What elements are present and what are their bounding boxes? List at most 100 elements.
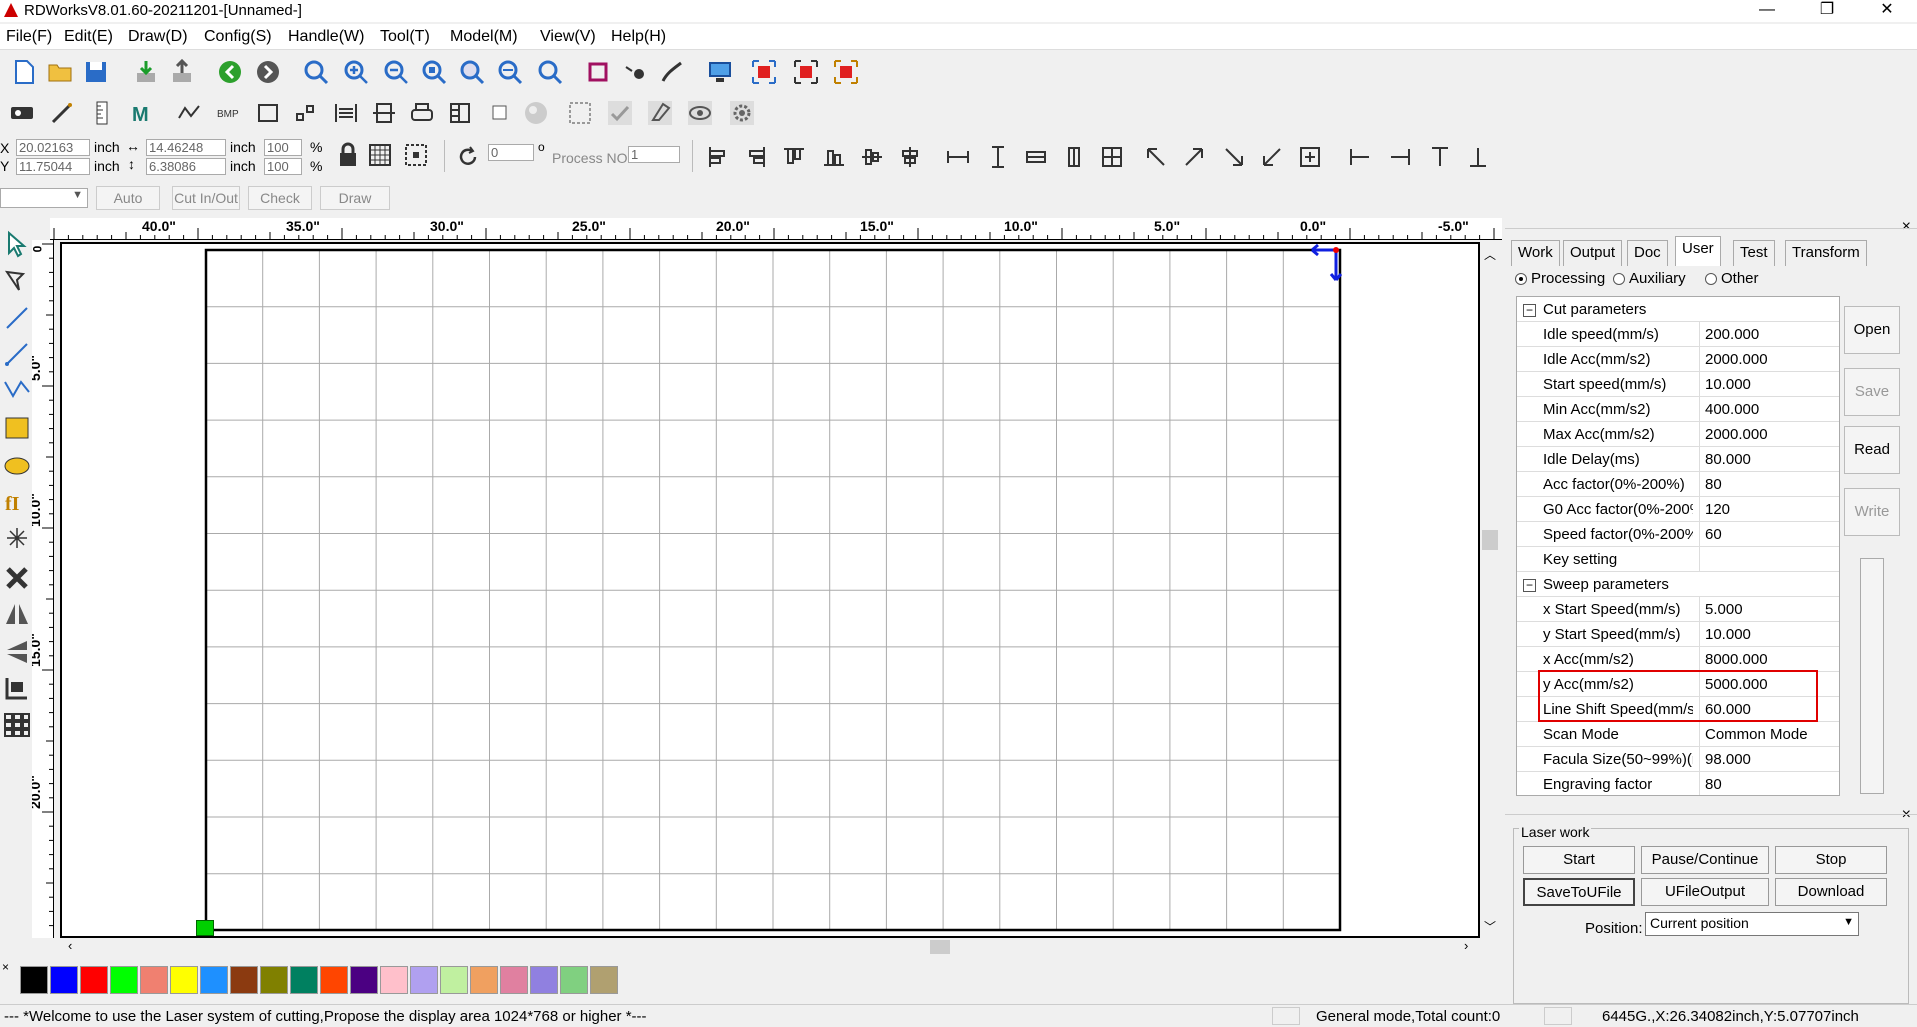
rotate-icon[interactable] bbox=[452, 142, 484, 172]
layout-icon-3[interactable] bbox=[830, 57, 862, 87]
move-top-left-icon[interactable] bbox=[1140, 142, 1172, 172]
align-bottom-icon[interactable] bbox=[818, 142, 850, 172]
align-center-h-icon[interactable] bbox=[894, 142, 926, 172]
align-top-icon[interactable] bbox=[778, 142, 810, 172]
zoom-real-icon[interactable] bbox=[534, 57, 566, 87]
param-value[interactable]: 2000.000 bbox=[1705, 351, 1835, 368]
color-swatch[interactable] bbox=[80, 966, 108, 994]
color-swatch[interactable] bbox=[20, 966, 48, 994]
process-no-field[interactable]: 1 bbox=[628, 146, 680, 163]
zoom-window-icon[interactable] bbox=[494, 57, 526, 87]
param-row[interactable]: y Start Speed(mm/s) 10.000 bbox=[1517, 622, 1839, 647]
check-icon[interactable] bbox=[604, 98, 636, 128]
position-select[interactable]: Current position ▼ bbox=[1645, 912, 1859, 936]
param-value[interactable]: 2000.000 bbox=[1705, 426, 1835, 443]
param-value[interactable]: 98.000 bbox=[1705, 751, 1835, 768]
download-button[interactable]: Download bbox=[1775, 878, 1887, 906]
menu-view[interactable]: View(V) bbox=[540, 28, 596, 46]
param-row[interactable]: Engraving factor 80 bbox=[1517, 772, 1839, 795]
y-position-field[interactable]: 11.75044 bbox=[16, 158, 90, 175]
tab-transform[interactable]: Transform bbox=[1785, 240, 1867, 266]
pen-icon[interactable] bbox=[656, 57, 688, 87]
param-value[interactable]: 120 bbox=[1705, 501, 1835, 518]
save-icon[interactable] bbox=[80, 57, 112, 87]
color-swatch[interactable] bbox=[530, 966, 558, 994]
array-tool-icon[interactable] bbox=[3, 710, 31, 740]
select-arrow-icon[interactable] bbox=[3, 230, 31, 260]
tab-test[interactable]: Test bbox=[1733, 240, 1775, 266]
distribute-icon[interactable] bbox=[368, 98, 400, 128]
move-down-icon[interactable] bbox=[1462, 142, 1494, 172]
x-position-field[interactable]: 20.02163 bbox=[16, 139, 90, 156]
scroll-down-icon[interactable]: ﹀ bbox=[1484, 918, 1496, 935]
param-row[interactable]: x Start Speed(mm/s) 5.000 bbox=[1517, 597, 1839, 622]
palette-close-icon[interactable]: × bbox=[2, 960, 9, 974]
checkbox-icon[interactable] bbox=[484, 98, 516, 128]
param-row[interactable]: G0 Acc factor(0%-200%) 120 bbox=[1517, 497, 1839, 522]
same-height-icon[interactable] bbox=[982, 142, 1014, 172]
menu-model[interactable]: Model(M) bbox=[450, 28, 518, 46]
ellipse-tool-icon[interactable] bbox=[3, 452, 31, 482]
camera-icon[interactable] bbox=[620, 57, 652, 87]
color-swatch[interactable] bbox=[50, 966, 78, 994]
align-center-v-icon[interactable] bbox=[856, 142, 888, 172]
param-row[interactable]: Max Acc(mm/s2) 2000.000 bbox=[1517, 422, 1839, 447]
color-swatch[interactable] bbox=[140, 966, 168, 994]
pause-continue-button[interactable]: Pause/Continue bbox=[1641, 846, 1769, 874]
check-button[interactable]: Check bbox=[248, 186, 312, 210]
color-swatch[interactable] bbox=[290, 966, 318, 994]
save-to-ufile-button[interactable]: SaveToUFile bbox=[1523, 878, 1635, 906]
read-button[interactable]: Read bbox=[1844, 426, 1900, 474]
dot-tool-icon[interactable] bbox=[3, 524, 31, 554]
same-width-icon[interactable] bbox=[942, 142, 974, 172]
undo-icon[interactable] bbox=[214, 57, 246, 87]
color-swatch[interactable] bbox=[320, 966, 348, 994]
position-tool-icon[interactable] bbox=[3, 674, 31, 704]
scroll-thumb[interactable] bbox=[1482, 530, 1498, 550]
printer-icon[interactable] bbox=[406, 98, 438, 128]
new-file-icon[interactable] bbox=[8, 57, 40, 87]
color-swatch[interactable] bbox=[590, 966, 618, 994]
export-icon[interactable] bbox=[166, 57, 198, 87]
table-icon[interactable] bbox=[444, 98, 476, 128]
width-percent-field[interactable]: 100 bbox=[264, 139, 302, 156]
zoom-in-icon[interactable] bbox=[340, 57, 372, 87]
param-row[interactable]: x Acc(mm/s2) 8000.000 bbox=[1517, 647, 1839, 672]
mirror-v-icon[interactable] bbox=[3, 638, 31, 668]
move-center-icon[interactable] bbox=[1294, 142, 1326, 172]
design-canvas[interactable] bbox=[60, 242, 1480, 938]
collapse-icon[interactable]: − bbox=[1523, 304, 1536, 317]
align-right-icon[interactable] bbox=[740, 142, 772, 172]
menu-config[interactable]: Config(S) bbox=[204, 28, 272, 46]
import-icon[interactable] bbox=[130, 57, 162, 87]
line-icon[interactable] bbox=[3, 304, 31, 334]
sphere-icon[interactable] bbox=[520, 98, 552, 128]
menu-draw[interactable]: Draw(D) bbox=[128, 28, 188, 46]
param-value[interactable]: 80 bbox=[1705, 776, 1835, 793]
laser-panel-close-icon[interactable]: × bbox=[1902, 806, 1911, 824]
param-row[interactable]: Start speed(mm/s) 10.000 bbox=[1517, 372, 1839, 397]
auto-button[interactable]: Auto bbox=[96, 186, 160, 210]
lock-icon[interactable] bbox=[332, 140, 364, 170]
center-align-icon[interactable] bbox=[1096, 142, 1128, 172]
param-row[interactable]: Speed factor(0%-200%) 60 bbox=[1517, 522, 1839, 547]
scroll-up-icon[interactable]: ︿ bbox=[1484, 246, 1496, 263]
zoom-select-icon[interactable] bbox=[456, 57, 488, 87]
distribute-h-icon[interactable] bbox=[1020, 142, 1052, 172]
monitor-icon[interactable] bbox=[704, 57, 736, 87]
close-button[interactable]: ✕ bbox=[1862, 0, 1912, 22]
polyline-icon[interactable] bbox=[3, 340, 31, 370]
menu-tool[interactable]: Tool(T) bbox=[380, 28, 430, 46]
param-row[interactable]: Scan Mode Common Mode bbox=[1517, 722, 1839, 747]
scroll-right-icon[interactable]: › bbox=[1464, 938, 1468, 953]
bmp-icon[interactable]: BMP bbox=[214, 98, 246, 128]
settings-gear-icon[interactable] bbox=[726, 98, 758, 128]
tab-doc[interactable]: Doc bbox=[1627, 240, 1668, 266]
param-value[interactable]: 5.000 bbox=[1705, 601, 1835, 618]
group-row[interactable]: − Sweep parameters bbox=[1517, 572, 1839, 597]
align-left-icon[interactable] bbox=[702, 142, 734, 172]
start-button[interactable]: Start bbox=[1523, 846, 1635, 874]
node-edit-icon[interactable] bbox=[3, 266, 31, 296]
minimize-button[interactable]: — bbox=[1742, 0, 1792, 22]
param-row[interactable]: Idle speed(mm/s) 200.000 bbox=[1517, 322, 1839, 347]
